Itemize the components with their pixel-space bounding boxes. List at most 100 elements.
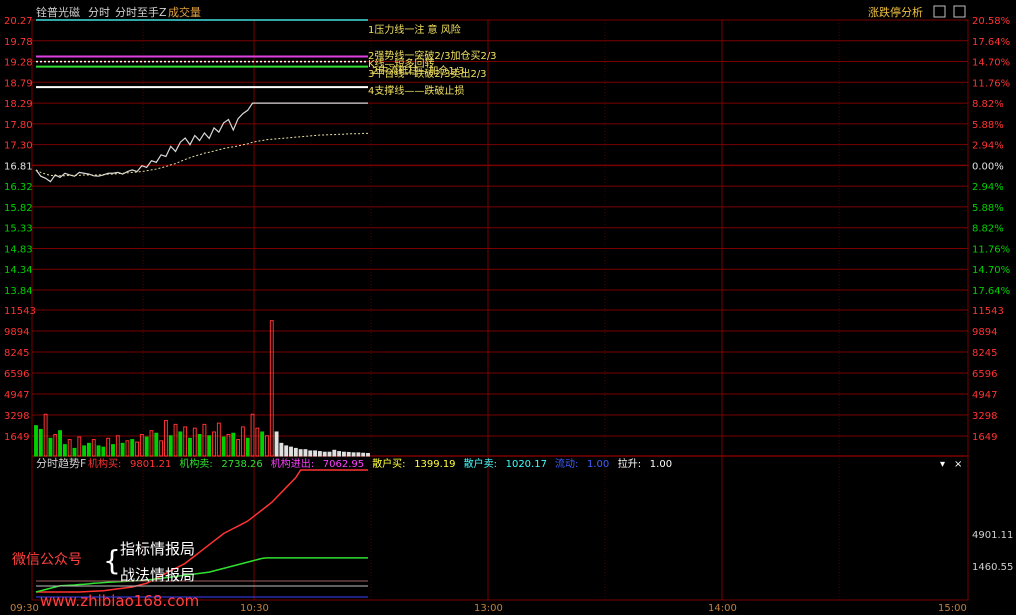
volume-bar	[91, 439, 96, 457]
price-tick-right: 14.70%	[972, 58, 1010, 69]
volume-bar	[255, 427, 260, 457]
volume-bar	[221, 436, 226, 457]
volume-tick-left: 6596	[4, 369, 29, 380]
price-tick-right: 11.76%	[972, 78, 1010, 89]
volume-bar	[43, 413, 48, 457]
volume-bar	[67, 439, 72, 457]
lower-item-value: 1.00	[650, 459, 672, 470]
volume-bar	[332, 449, 337, 457]
volume-bar	[188, 437, 192, 457]
volume-bar	[72, 447, 77, 457]
volume-bar	[226, 433, 231, 457]
price-tick-right: 8.82%	[972, 99, 1004, 110]
volume-tick-right: 9894	[972, 327, 997, 338]
close-icon[interactable]: ×	[954, 459, 962, 470]
volume-bar	[139, 433, 144, 457]
stock-name[interactable]: 铨普光磁	[36, 5, 80, 19]
price-tick-right: 0.00%	[972, 161, 1004, 172]
volume-bar	[260, 431, 265, 457]
volume-tick-right: 8245	[972, 348, 997, 359]
lower-panel-label[interactable]: 分时趋势F	[36, 457, 86, 470]
lower-panel-values: 机构买: 9801.21 机构卖: 2738.26 机构进出: 7062.95 散户买: 13…	[88, 457, 672, 470]
volume-bar	[149, 430, 154, 457]
volume-tick-right: 3298	[972, 411, 997, 422]
volume-bar	[341, 451, 346, 457]
price-lines	[35, 102, 368, 183]
volume-bar	[216, 422, 221, 457]
volume-bar	[183, 426, 188, 457]
volume-bar	[168, 435, 173, 457]
volume-bar	[284, 445, 289, 457]
volume-bar	[308, 450, 313, 457]
price-tick-right: 8.82%	[972, 224, 1004, 235]
volume-tick-left: 3298	[4, 411, 29, 422]
volume-bar	[289, 446, 293, 457]
annotations: 1压力线一注 意 风险2强势线一突破2/3加仓买2/33平台线一跌破2/3卖出2…	[368, 23, 497, 97]
volume-bar	[298, 449, 303, 457]
volume-tick-left: 1649	[4, 432, 29, 443]
volume-bar	[265, 435, 269, 457]
dropdown-icon[interactable]: ▾	[940, 459, 945, 470]
lower-item-label: 机构卖:	[179, 457, 212, 470]
watermark-label: 微信公众号	[12, 552, 82, 568]
lower-item-value: 7062.95	[323, 459, 364, 470]
price-tick-right: 2.94%	[972, 141, 1004, 152]
watermark-line1: 指标情报局	[120, 540, 195, 558]
price-tick-left: 19.78	[4, 37, 33, 48]
tab-fenshi[interactable]: 分时	[88, 6, 110, 19]
volume-bar	[101, 446, 106, 457]
volume-bar	[38, 428, 43, 457]
volume-bar	[178, 431, 183, 457]
volume-tick-left: 11543	[4, 306, 36, 317]
volume-tick-right: 1649	[972, 432, 997, 443]
volume-bar	[274, 431, 279, 457]
lower-item-value: 1020.17	[506, 459, 547, 470]
settings-icon[interactable]	[933, 5, 946, 18]
watermark: 微信公众号 { 指标情报局 战法情报局 www.zhibiao168.com	[12, 540, 199, 610]
axes: 20.27 20.58% 19.78 17.64% 19.28 14.70% 18.79 11…	[4, 16, 1013, 614]
volume-tick-right: 4947	[972, 390, 997, 401]
price-tick-left: 18.79	[4, 78, 33, 89]
right-title[interactable]: 涨跌停分析	[868, 5, 923, 19]
volume-bar	[34, 425, 38, 457]
annotation-text: 4支撑线——跌破止损	[368, 84, 464, 97]
price-tick-right: 17.64%	[972, 37, 1010, 48]
indicator-name[interactable]: 分时至手Z	[115, 5, 167, 19]
volume-bar	[197, 433, 202, 457]
volume-bar	[202, 423, 207, 457]
volume-bar	[62, 444, 67, 457]
lower-item-label: 机构进出:	[271, 457, 314, 470]
volume-label: 成交量	[168, 5, 201, 19]
volume-bar	[293, 447, 298, 457]
average-price-line	[35, 132, 368, 177]
volume-bar	[111, 444, 115, 457]
x-tick: 13:00	[474, 603, 503, 614]
volume-bar	[192, 427, 197, 457]
lower-item-label: 拉升:	[618, 457, 641, 470]
price-tick-left: 17.80	[4, 120, 33, 131]
lower-item-label: 机构买:	[88, 457, 121, 470]
volume-bar	[346, 451, 351, 457]
window-icon[interactable]	[953, 5, 966, 18]
trend-axis-label: 1460.55	[972, 562, 1013, 573]
trend-axis-label: 4901.11	[972, 530, 1013, 541]
price-tick-left: 16.81	[4, 161, 33, 172]
price-tick-left: 16.32	[4, 182, 33, 193]
volume-bar	[77, 436, 82, 457]
x-tick: 09:30	[10, 603, 39, 614]
price-tick-right: 14.70%	[972, 265, 1010, 276]
volume-tick-right: 6596	[972, 369, 997, 380]
price-tick-left: 14.83	[4, 244, 33, 255]
volume-bar	[96, 445, 101, 457]
volume-tick-left: 9894	[4, 327, 29, 338]
price-line	[35, 102, 368, 183]
volume-bar	[366, 452, 370, 457]
volume-bar	[115, 435, 120, 457]
trend-series-line	[35, 557, 368, 593]
volume-bar	[144, 436, 149, 457]
watermark-line2: 战法情报局	[120, 566, 195, 584]
volume-bar	[231, 432, 236, 457]
volume-bar	[250, 413, 255, 457]
volume-bar	[303, 449, 308, 457]
price-tick-left: 17.30	[4, 141, 33, 152]
